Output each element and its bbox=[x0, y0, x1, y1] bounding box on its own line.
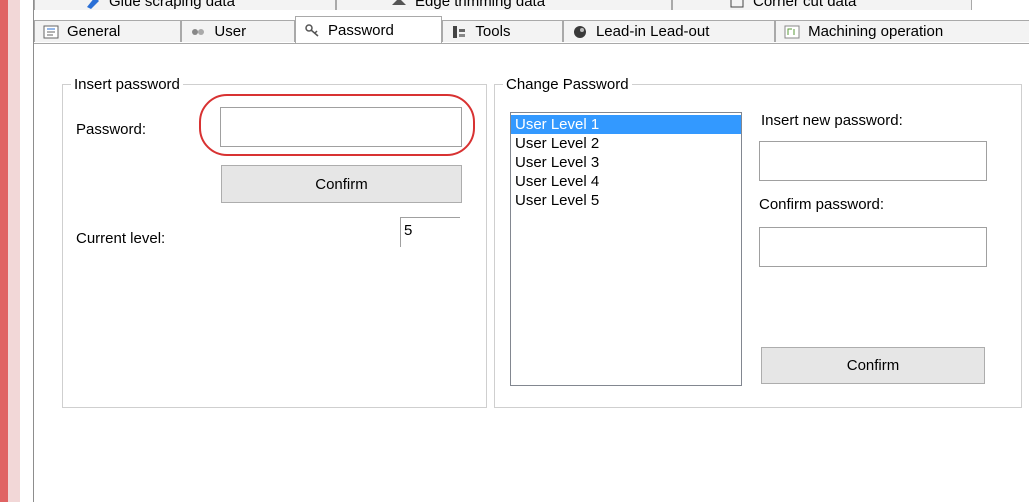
new-password-label: Insert new password: bbox=[761, 112, 903, 129]
tab-label: General bbox=[67, 23, 121, 40]
tab-corner-cut[interactable]: Corner cut data bbox=[672, 0, 972, 10]
tab-lead-in-lead-out[interactable]: Lead-in Lead-out bbox=[562, 20, 776, 42]
tab-glue-scraping[interactable]: Glue scraping data bbox=[34, 0, 336, 10]
general-icon bbox=[43, 25, 59, 39]
new-password-input[interactable] bbox=[759, 141, 987, 181]
confirm-password-input[interactable] bbox=[759, 227, 987, 267]
current-level-field: 5 bbox=[400, 217, 460, 247]
tab-user[interactable]: User bbox=[181, 20, 295, 42]
machining-icon bbox=[784, 25, 800, 39]
group-title: Change Password bbox=[503, 76, 632, 93]
current-level-label: Current level: bbox=[76, 230, 166, 247]
settings-window: Glue scraping data Edge trimming data Co… bbox=[34, 0, 1029, 502]
confirm-new-password-button[interactable]: Confirm bbox=[761, 347, 985, 384]
list-item-user-level-2[interactable]: User Level 2 bbox=[511, 134, 741, 153]
password-icon bbox=[304, 23, 320, 37]
list-item-user-level-4[interactable]: User Level 4 bbox=[511, 172, 741, 191]
tab-label: Edge trimming data bbox=[415, 0, 546, 10]
tab-row-front: General User Password Tools Lead-in Lead… bbox=[34, 16, 1029, 44]
password-tab-panel: Insert password Password: Confirm Curren… bbox=[34, 44, 1029, 502]
confirm-password-label: Confirm password: bbox=[759, 196, 885, 213]
list-item-user-level-3[interactable]: User Level 3 bbox=[511, 153, 741, 172]
tab-label: Corner cut data bbox=[753, 0, 857, 10]
window-edge-accent bbox=[0, 0, 8, 502]
highlight-ring bbox=[199, 94, 475, 156]
tools-icon bbox=[451, 25, 467, 39]
lead-icon bbox=[572, 25, 588, 39]
tab-password[interactable]: Password bbox=[295, 16, 443, 43]
tab-label: Lead-in Lead-out bbox=[595, 23, 710, 40]
user-icon bbox=[190, 25, 206, 39]
tab-label: Tools bbox=[475, 23, 511, 40]
list-item-user-level-1[interactable]: User Level 1 bbox=[511, 115, 741, 134]
window-edge-shadow bbox=[8, 0, 20, 502]
glue-icon bbox=[85, 0, 101, 9]
corner-icon bbox=[729, 0, 745, 9]
tab-tools[interactable]: Tools bbox=[442, 20, 563, 42]
tab-label: User bbox=[214, 23, 247, 40]
group-title: Insert password bbox=[71, 76, 183, 93]
tab-machining-operation[interactable]: Machining operation bbox=[775, 20, 1029, 42]
trim-icon bbox=[391, 0, 407, 9]
list-item-user-level-5[interactable]: User Level 5 bbox=[511, 191, 741, 210]
password-label: Password: bbox=[76, 121, 147, 138]
tab-label: Password bbox=[328, 21, 394, 39]
user-level-list[interactable]: User Level 1 User Level 2 User Level 3 U… bbox=[510, 112, 742, 386]
tab-edge-trimming[interactable]: Edge trimming data bbox=[336, 0, 672, 10]
tab-general[interactable]: General bbox=[34, 20, 182, 42]
tab-label: Machining operation bbox=[808, 23, 944, 40]
tab-label: Glue scraping data bbox=[109, 0, 235, 10]
tab-row-back: Glue scraping data Edge trimming data Co… bbox=[34, 0, 972, 15]
confirm-password-button[interactable]: Confirm bbox=[221, 165, 462, 203]
